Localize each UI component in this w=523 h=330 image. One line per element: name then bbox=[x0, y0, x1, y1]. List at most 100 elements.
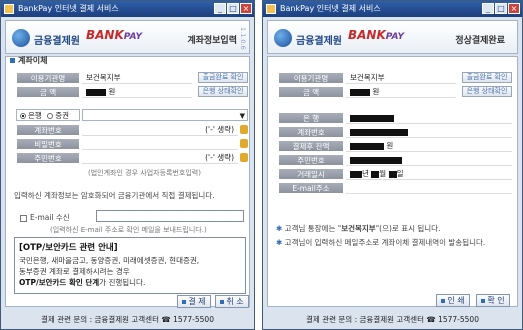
merchant-label: 이용기관명 bbox=[16, 72, 80, 84]
title-bar[interactable]: BankPay 인터넷 결제 서비스 _ □ × bbox=[1, 1, 254, 17]
bank-status-button[interactable]: 은행 상태확인 bbox=[462, 86, 512, 97]
amount-value: 원 bbox=[346, 86, 456, 98]
account-row: 계좌번호 ('-' 생략) bbox=[16, 124, 248, 136]
email-checkbox[interactable] bbox=[20, 214, 27, 222]
id-hint: ('-' 생략) bbox=[205, 153, 234, 162]
page-title: 정상결제완료 bbox=[455, 36, 505, 46]
otp-tail: 가 진행됩니다. bbox=[99, 278, 146, 287]
bank-type-radios: 은행 증권 bbox=[16, 109, 80, 121]
radio-bank-label: 은행 bbox=[28, 111, 42, 120]
balance-label: 결제후 잔액 bbox=[278, 140, 344, 152]
date-row: 거래일시 년 월 일 bbox=[278, 168, 514, 180]
lock-icon bbox=[240, 125, 248, 134]
window-title: BankPay 인터넷 결제 서비스 bbox=[18, 4, 119, 13]
bank-select-dropdown[interactable]: ▼ bbox=[82, 109, 248, 121]
amount-mask bbox=[350, 88, 370, 96]
account-label: 계좌번호 bbox=[278, 126, 344, 138]
page-title: 계좌정보입력 bbox=[187, 36, 237, 46]
notice1-post: "(으)로 표시 됩니다. bbox=[375, 224, 441, 233]
date-day: 일 bbox=[396, 169, 404, 178]
account-input[interactable]: ('-' 생략) bbox=[82, 124, 238, 136]
maximize-button[interactable]: □ bbox=[227, 3, 239, 14]
year-mask bbox=[350, 170, 362, 178]
otp-line-2: 동부증권 계좌로 결제하시려는 경우 bbox=[19, 267, 130, 276]
bank-mask bbox=[350, 114, 394, 122]
radio-securities-label: 증권 bbox=[55, 111, 70, 120]
email-value bbox=[346, 182, 512, 194]
maximize-button[interactable]: □ bbox=[495, 3, 507, 14]
bank-row: 은 행 bbox=[278, 112, 514, 124]
account-row: 계좌번호 bbox=[278, 126, 514, 138]
email-input[interactable] bbox=[96, 210, 244, 222]
otp-title: [OTP/보안카드 관련 안내] bbox=[19, 243, 118, 253]
amount-mask bbox=[86, 88, 106, 96]
close-button[interactable]: × bbox=[508, 3, 520, 14]
otp-bold: OTP/보안카드 확인 단계 bbox=[19, 278, 100, 287]
balance-value: 원 bbox=[346, 140, 512, 152]
account-form-panel: 계좌이체 이용기관명 보건복지부 출금완료 확인 금 액 원 은행 상태확인 은… bbox=[5, 55, 250, 308]
bank-value bbox=[346, 112, 512, 124]
email-label: E-mail주소 bbox=[278, 182, 344, 194]
header-banner: 금융결제원 BANKPAY 정상결제완료 bbox=[267, 20, 518, 54]
id-row: 주민번호 ('-' 생략) bbox=[16, 152, 248, 164]
password-label: 비밀번호 bbox=[16, 138, 80, 150]
kftc-logo-icon bbox=[274, 29, 292, 47]
bank-status-button[interactable]: 은행 상태확인 bbox=[198, 86, 248, 97]
app-icon bbox=[4, 4, 14, 14]
radio-bank[interactable] bbox=[20, 113, 26, 119]
merchant-row: 이용기관명 보건복지부 출금완료 확인 bbox=[278, 72, 514, 84]
password-input[interactable] bbox=[82, 138, 238, 150]
email-receive-checkbox[interactable]: E-mail 수신 bbox=[20, 212, 70, 223]
date-value: 년 월 일 bbox=[346, 168, 512, 180]
balance-row: 결제후 잔액 원 bbox=[278, 140, 514, 152]
minimize-button[interactable]: _ bbox=[482, 3, 494, 14]
merchant-value: 보건복지부 bbox=[346, 72, 456, 84]
amount-label: 금 액 bbox=[278, 86, 344, 98]
brand-sub: PAY bbox=[385, 32, 405, 42]
password-row: 비밀번호 bbox=[16, 138, 248, 150]
account-hint: ('-' 생략) bbox=[205, 125, 234, 134]
amount-unit: 원 bbox=[372, 87, 380, 96]
chevron-down-icon: ▼ bbox=[239, 112, 245, 120]
amount-row: 금 액 원 은행 상태확인 bbox=[16, 86, 248, 98]
day-mask bbox=[388, 170, 397, 178]
header-banner: 금융결제원 BANKPAY 계좌정보입력 1.1.0.6 bbox=[5, 20, 250, 54]
notice1-pre: 고객님 통장에는 " bbox=[284, 224, 342, 233]
confirm-button[interactable]: 확 인 bbox=[476, 294, 510, 307]
balance-unit: 원 bbox=[386, 141, 394, 150]
merchant-value: 보건복지부 bbox=[82, 72, 192, 84]
id-input[interactable]: ('-' 생략) bbox=[82, 152, 238, 164]
payment-input-window: BankPay 인터넷 결제 서비스 _ □ × 금융결제원 BANKPAY 계… bbox=[0, 0, 255, 330]
merchant-row: 이용기관명 보건복지부 출금완료 확인 bbox=[16, 72, 248, 84]
corporate-note: (법인계좌인 경우 사업자등록번호입력) bbox=[88, 169, 201, 177]
section-title: 계좌이체 bbox=[10, 55, 47, 66]
receipt-check-button[interactable]: 출금완료 확인 bbox=[198, 72, 248, 83]
minimize-button[interactable]: _ bbox=[214, 3, 226, 14]
account-mask bbox=[350, 128, 408, 136]
print-button[interactable]: 인 쇄 bbox=[436, 294, 470, 307]
payment-complete-window: BankPay 인터넷 결제 서비스 _ □ × 금융결제원 BANKPAY 정… bbox=[262, 0, 523, 330]
lock-icon bbox=[240, 153, 248, 162]
cancel-button[interactable]: 취 소 bbox=[215, 295, 249, 308]
merchant-label: 이용기관명 bbox=[278, 72, 344, 84]
date-month: 월 bbox=[379, 169, 387, 178]
close-button[interactable]: × bbox=[240, 3, 252, 14]
version-label: 1.1.0.6 bbox=[239, 27, 247, 50]
bank-label: 은 행 bbox=[278, 112, 344, 124]
bankpay-logo: BANKPAY bbox=[348, 28, 404, 42]
id-label: 주민번호 bbox=[16, 152, 80, 164]
org-name: 금융결제원 bbox=[296, 36, 342, 47]
amount-value: 원 bbox=[82, 86, 192, 98]
otp-line-3: OTP/보안카드 확인 단계가 진행됩니다. bbox=[15, 277, 245, 288]
app-icon bbox=[266, 4, 276, 14]
org-name: 금융결제원 bbox=[34, 36, 80, 47]
window-title: BankPay 인터넷 결제 서비스 bbox=[280, 4, 381, 13]
account-value bbox=[346, 126, 512, 138]
pay-button[interactable]: 결 제 bbox=[177, 295, 211, 308]
receipt-check-button[interactable]: 출금완료 확인 bbox=[462, 72, 512, 83]
balance-mask bbox=[350, 142, 384, 150]
date-year: 년 bbox=[362, 169, 369, 178]
title-bar[interactable]: BankPay 인터넷 결제 서비스 _ □ × bbox=[263, 1, 522, 17]
radio-securities[interactable] bbox=[47, 113, 54, 119]
bankpay-logo: BANKPAY bbox=[86, 28, 142, 42]
